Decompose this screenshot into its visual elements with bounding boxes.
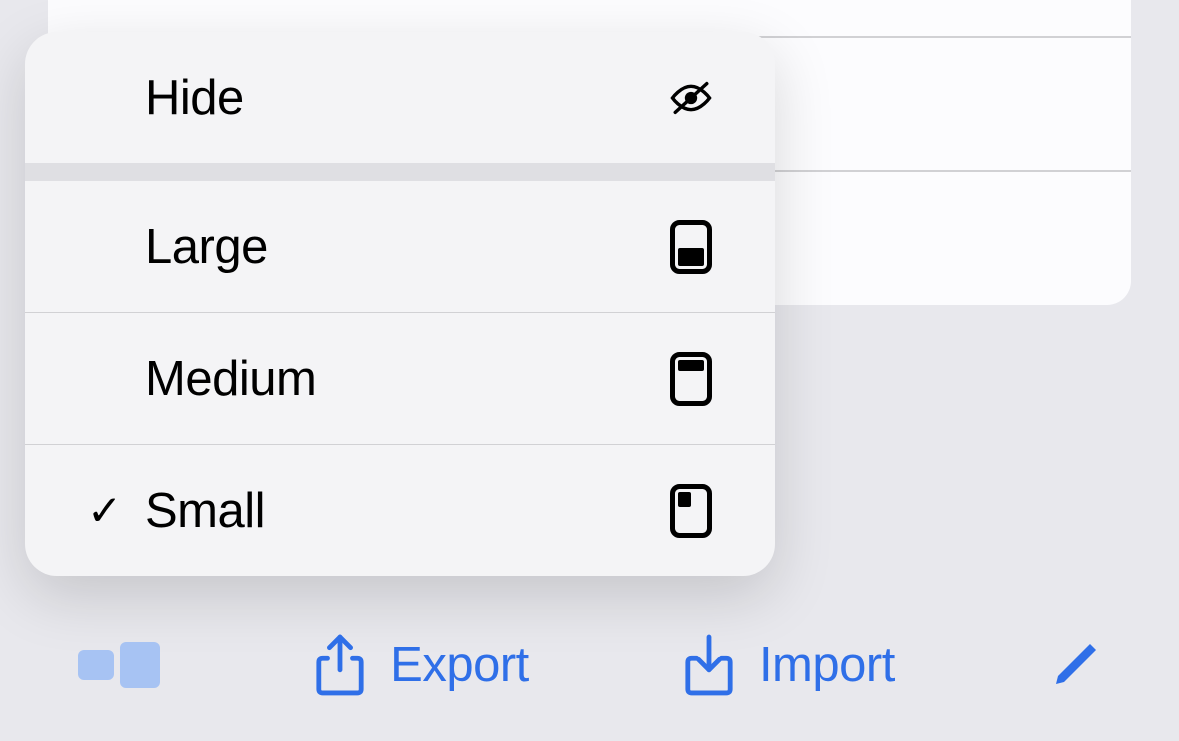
export-button[interactable]: Export [314,637,529,693]
thumbnail-large-icon [667,223,715,271]
export-label: Export [390,637,529,693]
bottom-toolbar: Export Import [0,637,1179,693]
edit-button[interactable] [1049,637,1101,693]
thumbnail-medium-icon [667,355,715,403]
share-down-icon [683,637,735,693]
import-label: Import [759,637,895,693]
import-button[interactable]: Import [683,637,895,693]
checkmark-icon: ✓ [87,486,122,535]
eye-slash-icon [667,74,715,122]
menu-item-hide[interactable]: Hide [25,32,775,163]
size-menu-popup: Hide Large Medium [25,32,775,576]
menu-item-label: Hide [145,70,244,126]
thumbnail-small-icon [667,487,715,535]
pencil-icon [1049,637,1101,693]
menu-item-label: Small [145,483,265,539]
layout-icon [78,642,160,688]
menu-item-small[interactable]: ✓ Small [25,445,775,576]
share-up-icon [314,637,366,693]
layout-button[interactable] [78,642,160,688]
menu-item-label: Medium [145,351,316,407]
menu-item-label: Large [145,219,268,275]
menu-item-medium[interactable]: Medium [25,313,775,444]
menu-separator [25,163,775,181]
menu-item-large[interactable]: Large [25,181,775,312]
